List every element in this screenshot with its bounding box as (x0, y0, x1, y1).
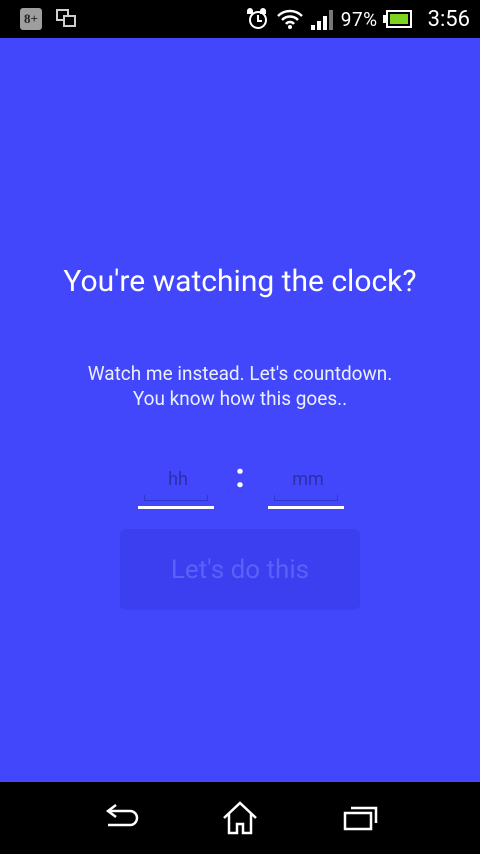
time-input-row: : (0, 456, 480, 516)
signal-icon (310, 8, 333, 30)
hours-field-wrapper (138, 456, 218, 509)
back-button[interactable] (90, 798, 150, 838)
recents-button[interactable] (330, 798, 390, 838)
navigation-bar (0, 782, 480, 854)
hours-field-guide (144, 495, 208, 501)
alarm-icon (246, 8, 269, 30)
subtext: Watch me instead. Let's countdown. You k… (0, 361, 480, 411)
back-icon (105, 804, 139, 827)
status-time: 3:56 (427, 6, 470, 32)
headline: You're watching the clock? (63, 264, 417, 299)
minutes-field-guide (274, 495, 338, 501)
status-bar: 8+ 97% 3:56 (0, 0, 480, 38)
battery-percent: 97% (340, 7, 378, 31)
subtext-line-1: Watch me instead. Let's countdown. (87, 362, 393, 385)
start-countdown-button[interactable]: Let's do this (120, 529, 360, 610)
subtext-line-2: You know how this goes.. (132, 387, 348, 410)
main-content: You're watching the clock? Watch me inst… (0, 38, 480, 782)
home-icon (223, 801, 257, 835)
google-plus-icon: 8+ (20, 8, 42, 30)
recents-icon (343, 806, 378, 831)
time-separator: : (235, 456, 245, 496)
wifi-icon (276, 9, 303, 29)
screens-icon (56, 9, 78, 29)
home-button[interactable] (210, 798, 270, 838)
battery-icon (382, 10, 412, 28)
minutes-field-wrapper (268, 456, 348, 509)
